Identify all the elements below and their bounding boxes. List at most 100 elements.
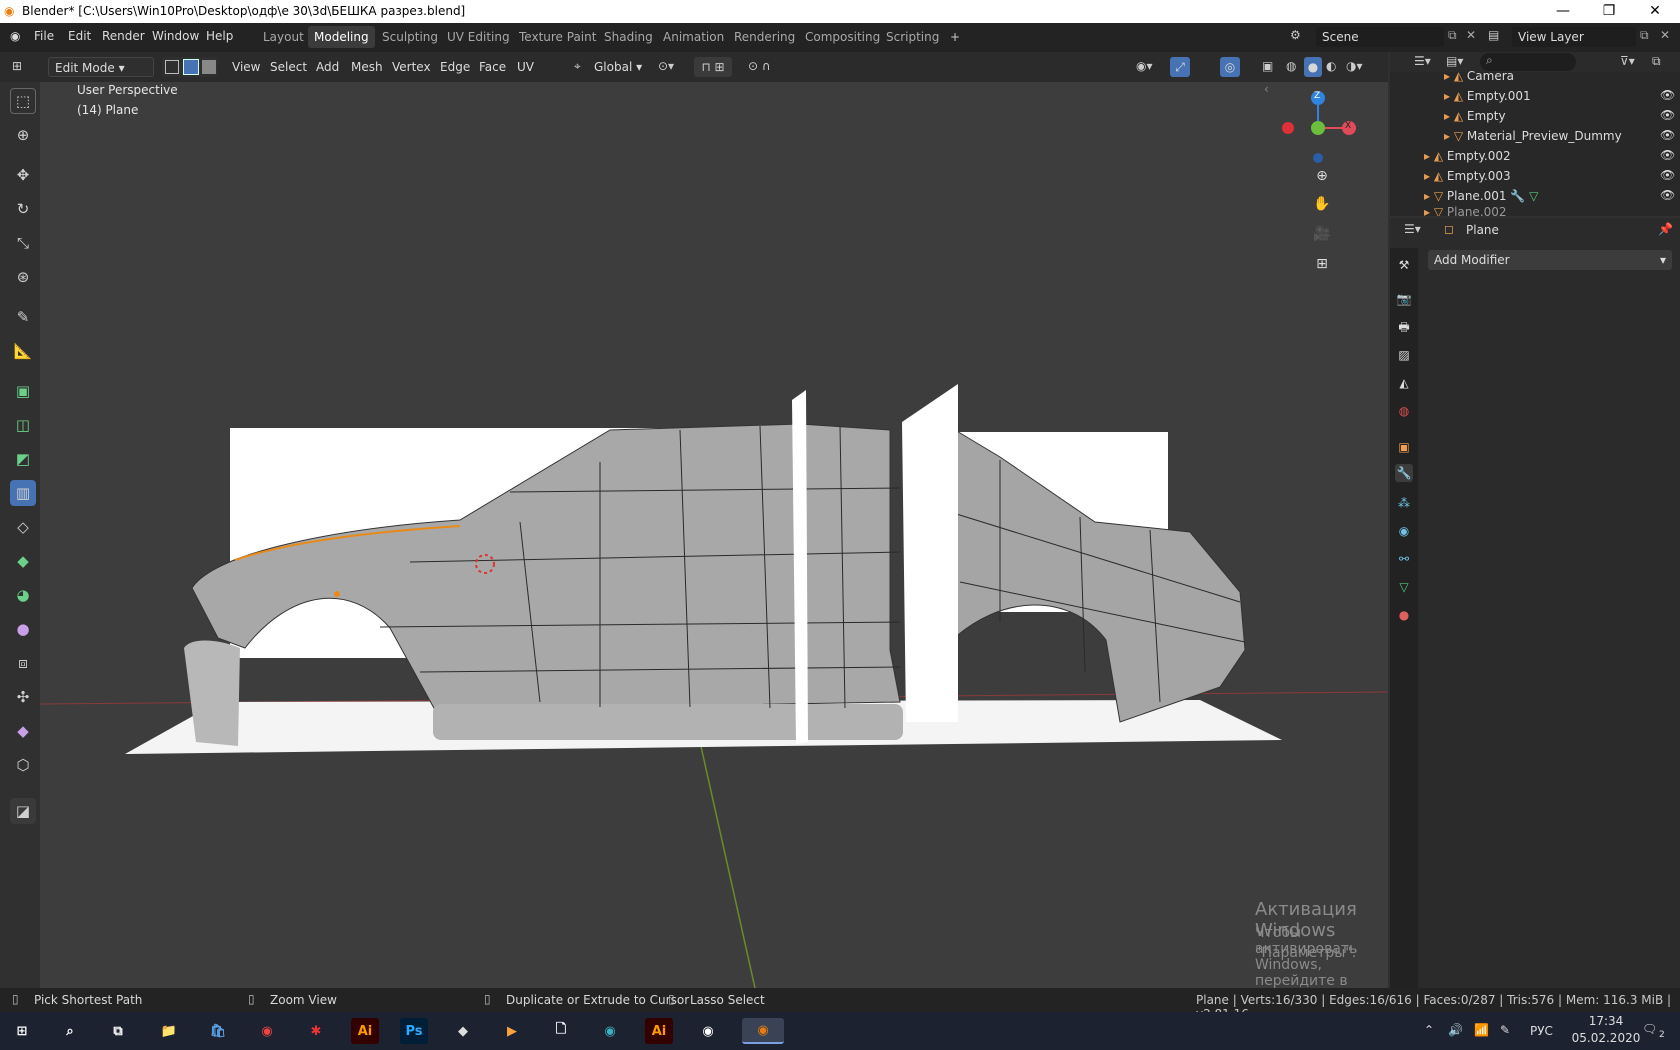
notification-icon[interactable]: 🗨 [1642,1022,1657,1036]
clock-date[interactable]: 05.02.2020 [1566,1031,1646,1045]
app-icon[interactable]: ◉ [596,1018,624,1044]
new-scene-icon[interactable]: ⧉ [1448,28,1457,43]
gizmo-toggle-icon[interactable]: ⤢ [1170,57,1190,77]
menu-vertex[interactable]: Vertex [392,60,431,74]
document-icon[interactable]: 🗋 [547,1018,575,1044]
pen-icon[interactable]: ✎ [1500,1023,1510,1037]
rendered-shading-icon[interactable]: ◑▾ [1346,59,1363,73]
outliner-item-empty-002[interactable]: ▸ ◭ Empty.002 [1424,146,1511,166]
menu-window[interactable]: Window [152,29,199,43]
modifier-tab-icon[interactable]: 🔧 [1395,464,1413,482]
edge-select-icon[interactable] [183,59,199,75]
scale-icon[interactable]: ⤡ [10,230,36,256]
menu-render[interactable]: Render [102,29,145,43]
loop-cut-icon[interactable]: ▥ [10,480,36,506]
bevel-icon[interactable]: ◩ [10,446,36,472]
extra-tool-icon[interactable]: ◪ [10,798,36,824]
tab-scripting[interactable]: Scripting [880,26,945,48]
tab-modeling[interactable]: Modeling [308,26,375,48]
poly-build-icon[interactable]: ◆ [10,548,36,574]
menu-help[interactable]: Help [206,29,233,43]
ortho-grid-icon[interactable]: ⊞ [1310,256,1334,280]
annotate-icon[interactable]: ✎ [10,304,36,330]
outliner[interactable]: ☰▾ ▤▾ ⌕ ⊽▾ ⧉ ▸ ◭ Camera ▸ ◭ Empty.001 ▸ … [1390,52,1680,216]
menu-file[interactable]: File [34,29,54,43]
material-tab-icon[interactable]: ● [1395,606,1413,624]
3d-viewport[interactable]: User Perspective (14) Plane Z X ‹ ⊕ ✋ 🎥 … [40,82,1388,1005]
move-icon[interactable]: ✥ [10,162,36,188]
view-layer-icon[interactable]: ▤ [1488,28,1499,42]
start-button-icon[interactable]: ⊞ [8,1018,36,1044]
file-explorer-icon[interactable]: 📁 [155,1018,183,1044]
outliner-item-empty[interactable]: ▸ ◭ Empty [1444,106,1506,126]
pivot-icon[interactable]: ⊙▾ [658,59,674,73]
blender-menu-icon[interactable]: ◉ [10,29,20,43]
close-button[interactable]: ✕ [1632,0,1678,23]
outliner-item-plane-002[interactable]: ▸ ▽ Plane.002 [1424,206,1507,216]
physics-tab-icon[interactable]: ◉ [1395,522,1413,540]
extrude-icon[interactable]: ▣ [10,378,36,404]
navigation-gizmo[interactable]: Z X [1278,88,1358,168]
vertex-select-icon[interactable] [165,60,179,74]
zoom-icon[interactable]: ⊕ [1310,168,1334,192]
tab-sculpting[interactable]: Sculpting [376,26,444,48]
rotate-icon[interactable]: ↻ [10,196,36,222]
outliner-item-empty-001[interactable]: ▸ ◭ Empty.001 [1444,86,1531,106]
knife-icon[interactable]: ◇ [10,514,36,540]
add-modifier-dropdown[interactable]: Add Modifier ▾ [1428,250,1672,270]
constraints-tab-icon[interactable]: ⚯ [1395,550,1413,568]
smooth-icon[interactable]: ● [10,616,36,642]
orientation-dropdown[interactable]: Global ▾ [594,60,642,74]
scene-field[interactable]: Scene [1316,27,1444,47]
outliner-item-plane-001[interactable]: ▸ ▽ Plane.001 🔧 ▽ [1424,186,1538,206]
material-shading-icon[interactable]: ◐ [1326,59,1336,73]
outliner-editor-icon[interactable]: ☰▾ [1414,54,1431,68]
menu-view[interactable]: View [232,60,260,74]
face-select-icon[interactable] [202,60,216,74]
editor-type-icon[interactable]: ⊞ [12,59,22,73]
tab-texture-paint[interactable]: Texture Paint [513,26,602,48]
remove-view-layer-icon[interactable]: ✕ [1660,28,1670,42]
scene-icon[interactable]: ⚙ [1290,28,1301,42]
illustrator-icon[interactable]: Ai [351,1018,379,1044]
view-layer-tab-icon[interactable]: ▨ [1395,346,1413,364]
clock-time[interactable]: 17:34 [1576,1014,1636,1028]
blender-taskbar-icon[interactable]: ◉ [694,1018,722,1044]
object-tab-icon[interactable]: ▣ [1395,438,1413,456]
tray-chevron-icon[interactable]: ⌃ [1424,1023,1434,1037]
pin-icon[interactable]: 📌 [1658,222,1673,236]
eye-icon[interactable]: 👁 [1660,88,1675,102]
add-workspace-button[interactable]: + [944,26,966,48]
minimize-button[interactable]: — [1540,0,1586,23]
sidebar-toggle-icon[interactable]: ‹ [1264,82,1269,96]
eye-icon[interactable]: 👁 [1660,188,1675,202]
store-icon[interactable]: 🛍 [204,1018,232,1044]
measure-icon[interactable]: 📐 [10,338,36,364]
remove-scene-icon[interactable]: ✕ [1466,28,1476,42]
camera-view-icon[interactable]: 🎥 [1310,226,1334,250]
outliner-item-empty-003[interactable]: ▸ ◭ Empty.003 [1424,166,1511,186]
blender-active-taskbar-icon[interactable]: ◉ [742,1018,784,1044]
vpn-icon[interactable]: ✱ [302,1018,330,1044]
menu-face[interactable]: Face [479,60,506,74]
particles-tab-icon[interactable]: ⁂ [1395,494,1413,512]
output-tab-icon[interactable]: 🖶 [1395,318,1413,336]
menu-edit[interactable]: Edit [68,29,91,43]
eye-icon[interactable]: 👁 [1660,168,1675,182]
network-icon[interactable]: 📶 [1474,1023,1489,1037]
snap-icon[interactable]: ⊓ ⊞ [694,57,732,77]
shear-icon[interactable]: ◆ [10,718,36,744]
xray-icon[interactable]: ▣ [1262,59,1273,73]
language-indicator[interactable]: РУС [1530,1024,1553,1038]
pan-hand-icon[interactable]: ✋ [1310,196,1334,220]
eye-icon[interactable]: 👁 [1660,148,1675,162]
mode-dropdown[interactable]: Edit Mode ▾ [48,57,154,77]
tab-animation[interactable]: Animation [657,26,730,48]
cursor-icon[interactable]: ⊕ [10,122,36,148]
maximize-button[interactable]: ❐ [1586,0,1632,23]
solid-shading-icon[interactable]: ● [1304,57,1322,77]
task-view-icon[interactable]: ⧉ [104,1018,132,1044]
menu-mesh[interactable]: Mesh [351,60,383,74]
volume-icon[interactable]: 🔊 [1448,1023,1463,1037]
menu-add[interactable]: Add [316,60,339,74]
